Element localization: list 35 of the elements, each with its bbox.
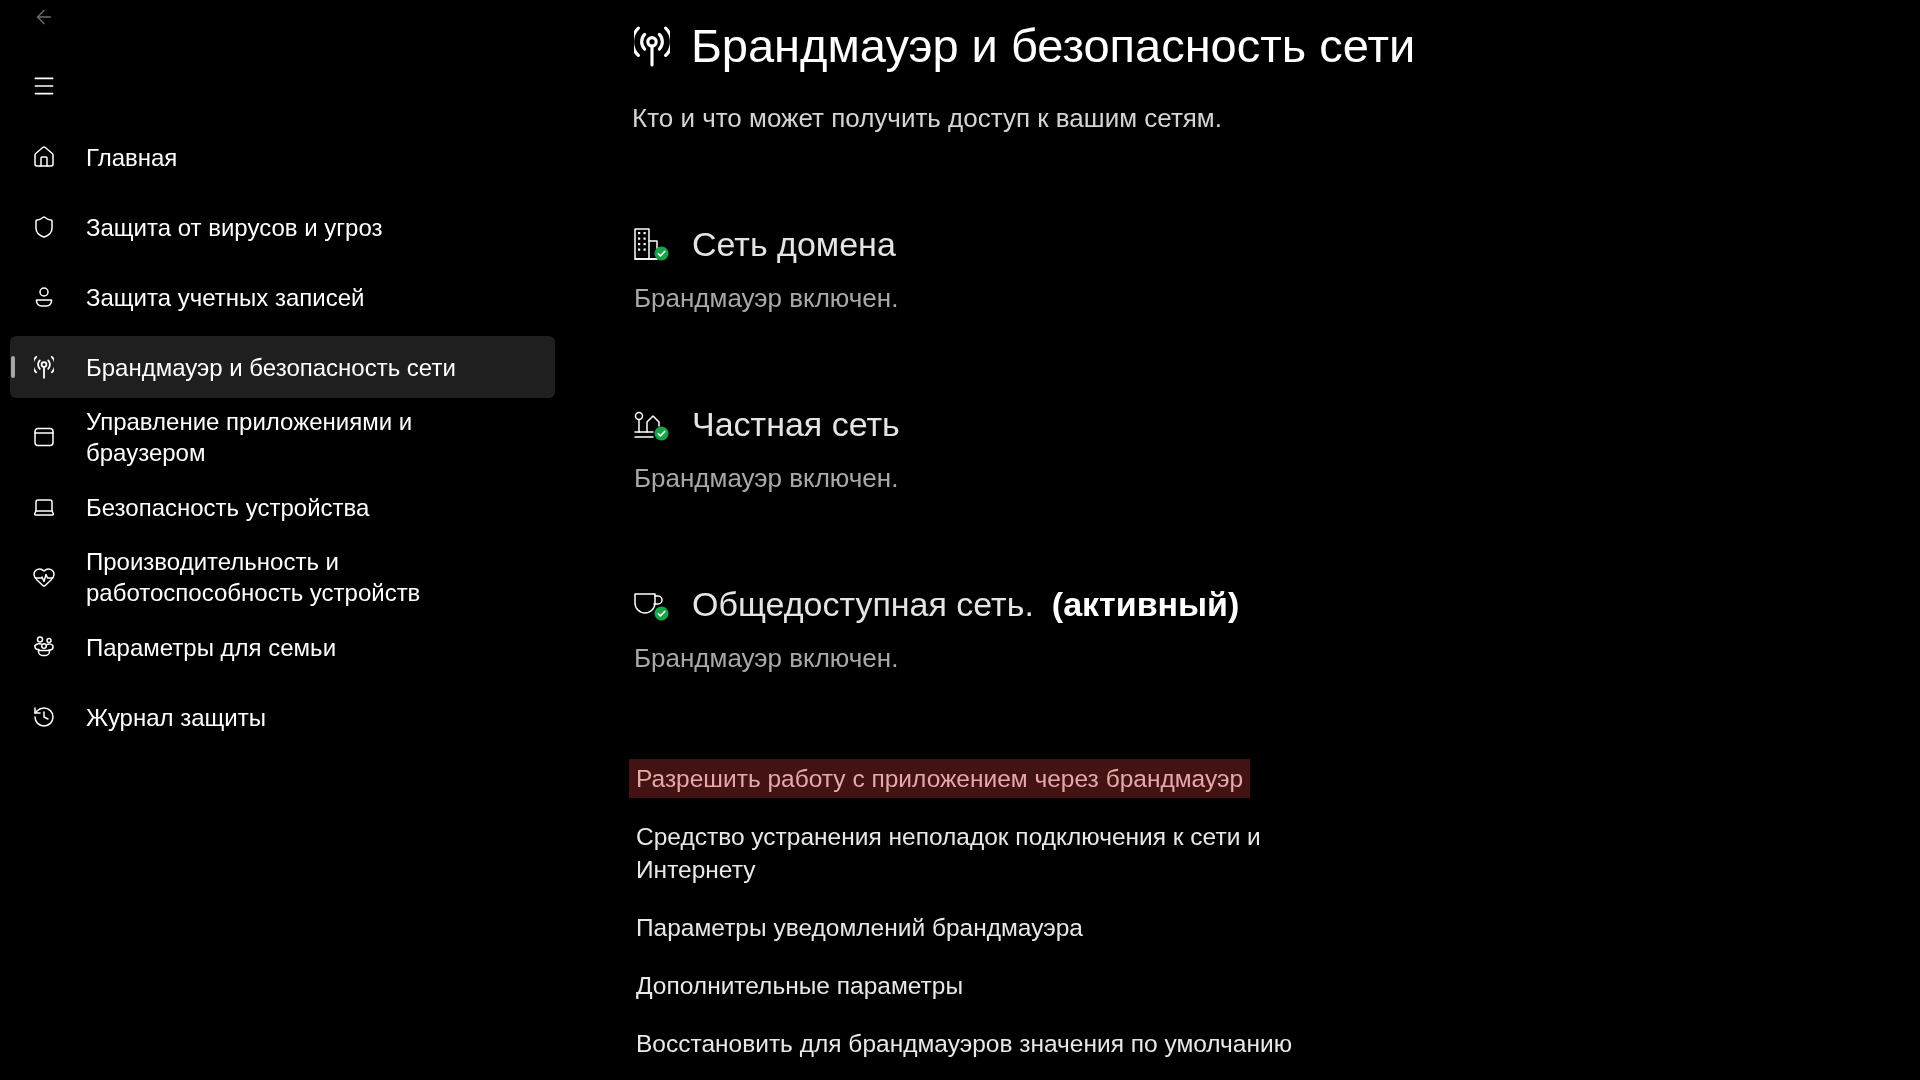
history-icon bbox=[32, 705, 56, 729]
house-icon bbox=[634, 411, 660, 438]
network-status: Брандмауэр включен. bbox=[634, 283, 899, 313]
family-icon bbox=[32, 635, 56, 659]
antenna-icon bbox=[634, 25, 670, 67]
cup-icon bbox=[634, 593, 663, 614]
nav-item[interactable]: Защита от вирусов и угроз bbox=[10, 196, 555, 258]
network-heading[interactable]: Частная сеть bbox=[692, 402, 900, 446]
nav-item[interactable]: Журнал защиты bbox=[10, 686, 555, 748]
network-status: Брандмауэр включен. bbox=[634, 643, 899, 673]
page-subtitle: Кто и что может получить доступ к вашим сетям. bbox=[632, 103, 1222, 133]
shield-icon bbox=[32, 215, 56, 239]
nav-item[interactable]: Управление приложениями и браузером bbox=[10, 406, 555, 468]
nav-item[interactable]: Главная bbox=[10, 126, 555, 188]
network-heading[interactable]: Сеть домена bbox=[692, 222, 896, 266]
link[interactable]: Средство устранения неполадок подключения к сети и Интернету bbox=[629, 817, 1363, 889]
selection-indicator bbox=[11, 356, 15, 378]
link[interactable]: Параметры уведомлений брандмауэра bbox=[629, 908, 1090, 947]
nav-item[interactable]: Параметры для семьи bbox=[10, 616, 555, 678]
nav-item[interactable]: Безопасность устройства bbox=[10, 476, 555, 538]
nav-item[interactable]: Защита учетных записей bbox=[10, 266, 555, 328]
building-icon bbox=[634, 228, 658, 260]
link[interactable]: Дополнительные параметры bbox=[629, 966, 970, 1005]
network-status: Брандмауэр включен. bbox=[634, 463, 899, 493]
nav-item[interactable]: Производительность и работоспособность устройств bbox=[10, 546, 555, 608]
page-title: Брандмауэр и безопасность сети bbox=[691, 18, 1416, 74]
nav-item[interactable]: Брандмауэр и безопасность сети bbox=[10, 336, 555, 398]
active-tag: (активный) bbox=[1051, 582, 1240, 626]
link[interactable]: Восстановить для брандмауэров значения по умолчанию bbox=[629, 1024, 1300, 1063]
link[interactable]: Разрешить работу с приложением через брандмауэр bbox=[629, 759, 1251, 798]
network-heading[interactable]: Общедоступная сеть. bbox=[692, 582, 1034, 626]
antenna-icon bbox=[34, 355, 54, 379]
app-window-icon bbox=[32, 425, 56, 449]
home-icon bbox=[32, 145, 56, 169]
heart-pulse-icon bbox=[32, 565, 56, 589]
